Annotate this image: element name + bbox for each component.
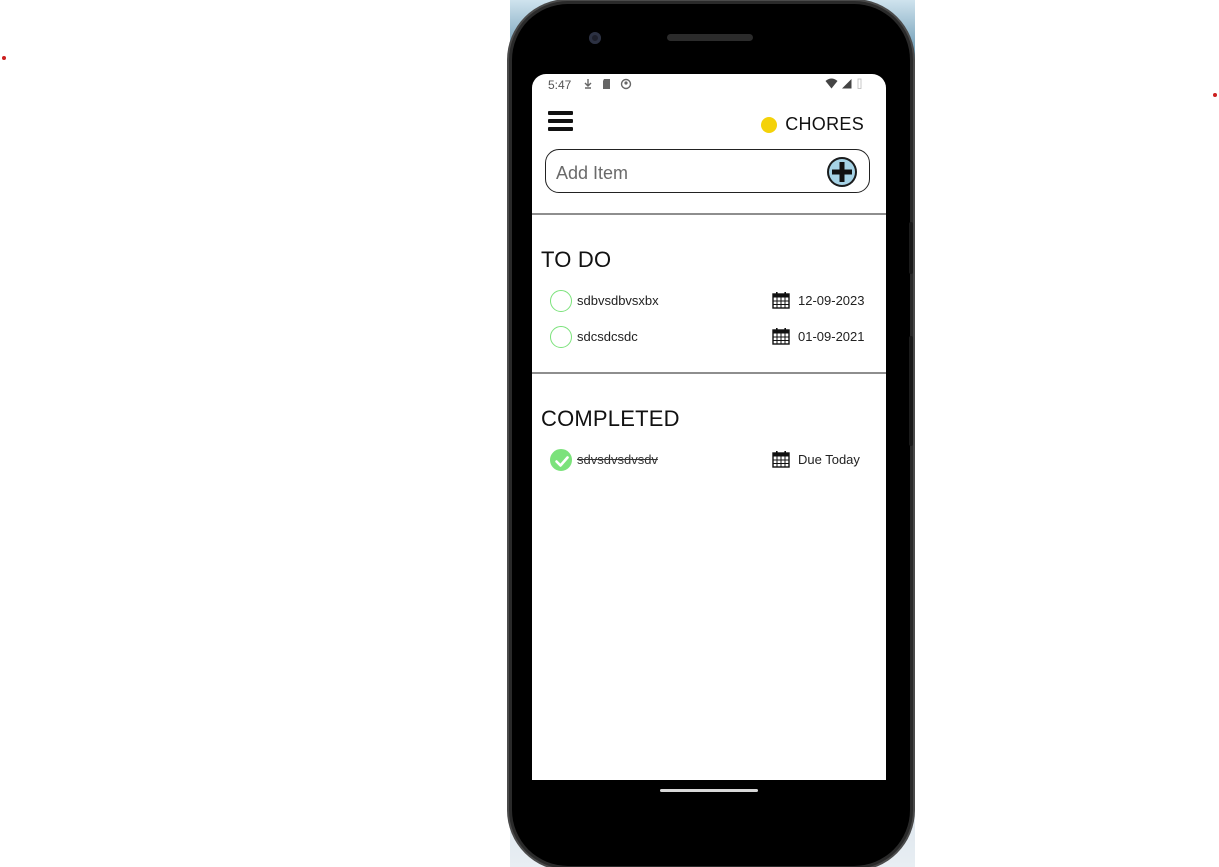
status-system-icons xyxy=(825,78,864,89)
task-due-date[interactable]: 12-09-2023 xyxy=(798,293,865,308)
sd-card-icon xyxy=(603,79,610,89)
hamburger-menu-icon[interactable] xyxy=(548,111,574,135)
download-notification-icon xyxy=(584,79,592,89)
completed-task-row: sdvsdvsdvsdv Due Today xyxy=(532,449,886,475)
emulator-stage: 5:47 CHORES Add Item TO DO sdbvsdbvsxbx … xyxy=(0,0,1219,867)
task-due-date[interactable]: Due Today xyxy=(798,452,860,467)
task-name[interactable]: sdvsdvsdvsdv xyxy=(577,452,658,467)
todo-task-row: sdbvsdbvsxbx 12-09-2023 xyxy=(532,290,886,316)
earpiece-speaker xyxy=(667,34,753,41)
list-name: CHORES xyxy=(785,114,864,134)
battery-icon xyxy=(857,78,862,89)
calendar-icon[interactable] xyxy=(772,450,790,468)
task-checkbox[interactable] xyxy=(550,326,572,348)
status-bar: 5:47 xyxy=(532,74,886,96)
sync-icon xyxy=(620,78,632,90)
add-item-bar xyxy=(545,149,870,193)
task-name[interactable]: sdbvsdbvsxbx xyxy=(577,293,659,308)
task-due-date[interactable]: 01-09-2021 xyxy=(798,329,865,344)
task-name[interactable]: sdcsdcsdc xyxy=(577,329,638,344)
signal-icon xyxy=(842,79,852,89)
plus-circle-icon xyxy=(832,162,852,182)
power-button[interactable] xyxy=(909,222,913,274)
section-divider xyxy=(532,372,886,374)
list-color-dot xyxy=(761,116,778,133)
list-selector[interactable]: CHORES xyxy=(761,114,864,135)
wifi-icon xyxy=(825,78,838,89)
add-item-button[interactable] xyxy=(827,157,857,187)
todo-task-row: sdcsdcsdc 01-09-2021 xyxy=(532,326,886,352)
todo-section-title: TO DO xyxy=(541,247,612,272)
front-camera xyxy=(589,32,601,44)
checkmark-icon xyxy=(555,456,569,467)
task-checkbox-checked[interactable] xyxy=(550,449,572,471)
calendar-icon[interactable] xyxy=(772,291,790,309)
calendar-icon[interactable] xyxy=(772,327,790,345)
marker-dot-right xyxy=(1213,93,1217,97)
completed-section-title: COMPLETED xyxy=(541,406,680,431)
home-indicator[interactable] xyxy=(660,789,758,792)
volume-button[interactable] xyxy=(909,336,913,446)
add-item-input[interactable] xyxy=(554,156,818,190)
marker-dot-left xyxy=(2,56,6,60)
app-header: CHORES xyxy=(532,104,886,144)
status-notifications xyxy=(582,78,632,90)
task-checkbox[interactable] xyxy=(550,290,572,312)
app-screen: 5:47 CHORES Add Item TO DO sdbvsdbvsxbx … xyxy=(532,74,886,780)
status-time: 5:47 xyxy=(548,78,572,92)
section-divider xyxy=(532,213,886,215)
